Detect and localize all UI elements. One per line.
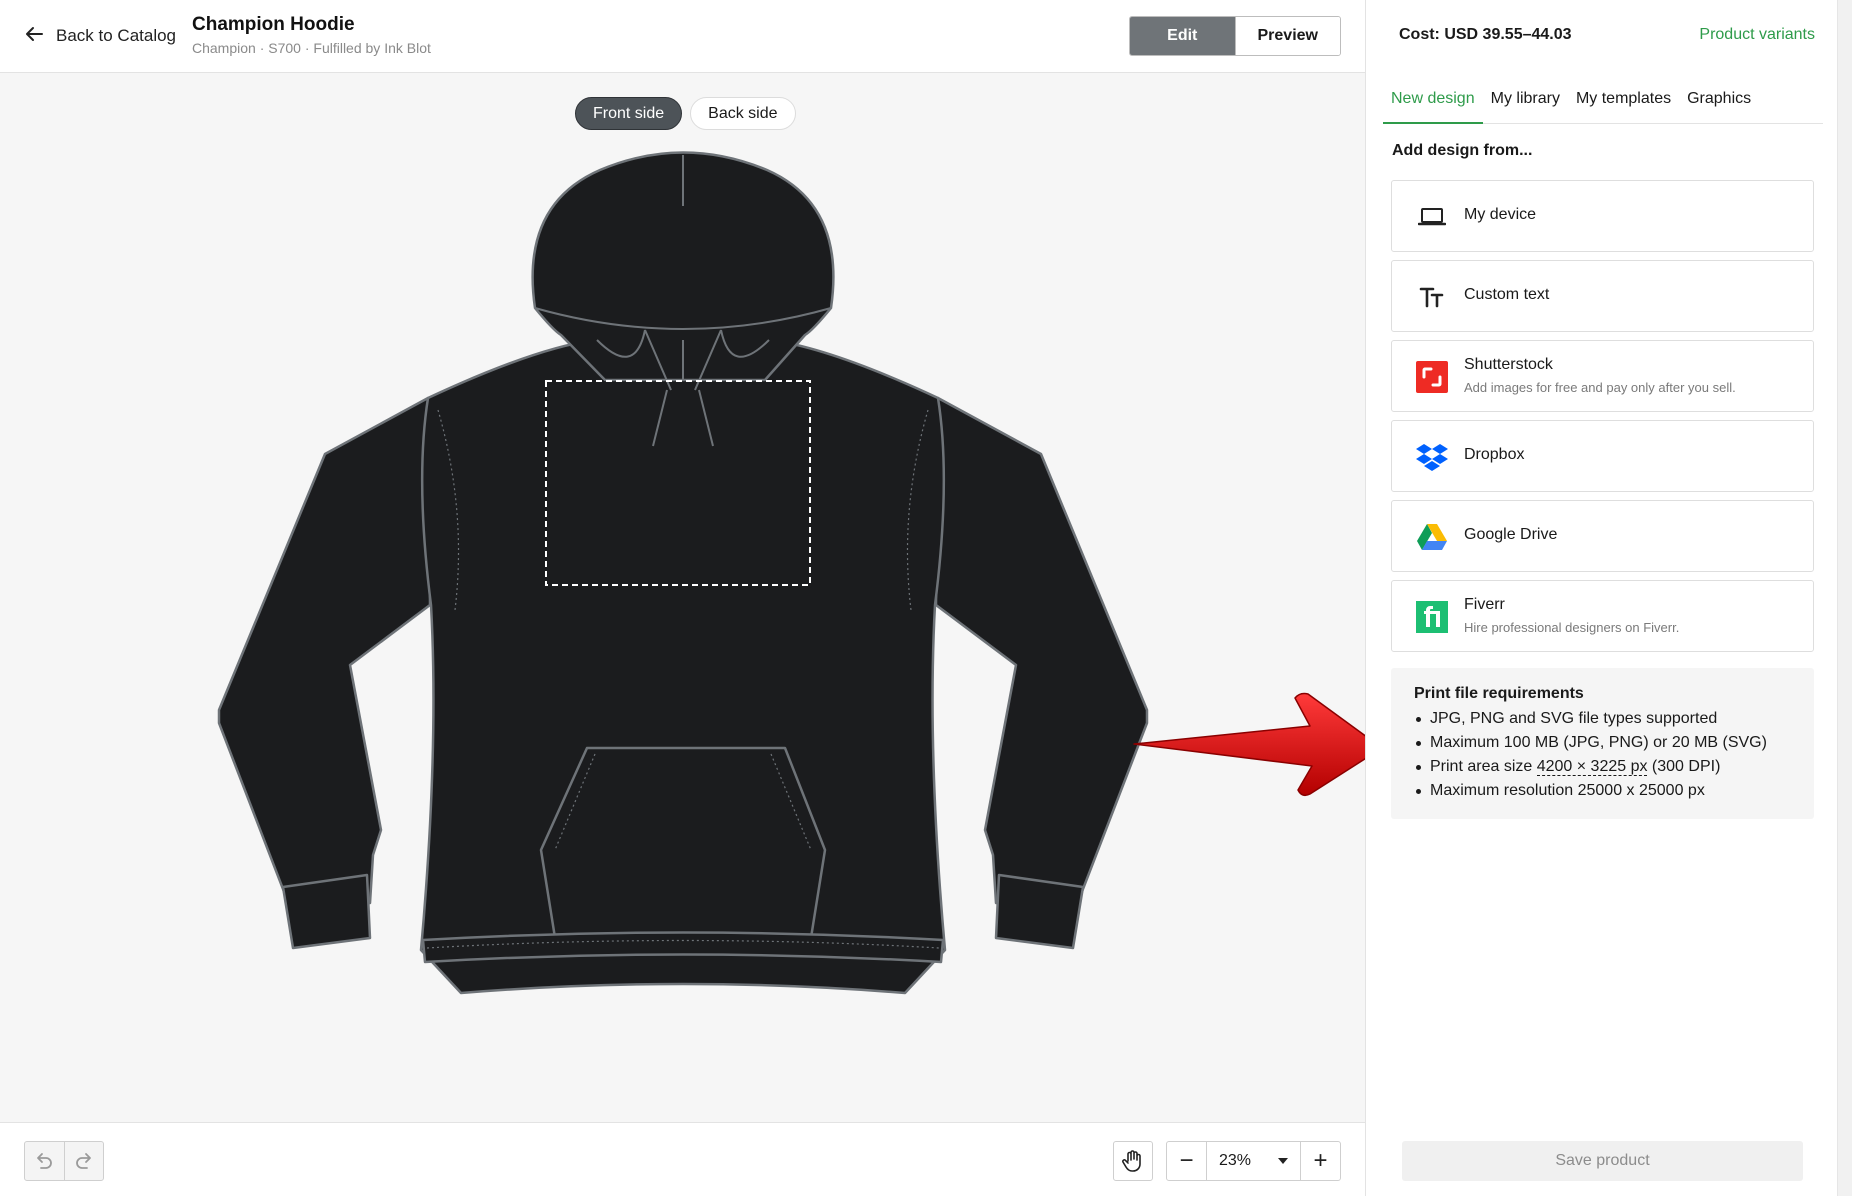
print-file-requirements: Print file requirements JPG, PNG and SVG…: [1391, 668, 1814, 819]
save-product-button[interactable]: Save product: [1402, 1141, 1803, 1181]
arrow-left-icon: [24, 24, 44, 49]
source-my-device[interactable]: My device: [1391, 180, 1814, 252]
top-bar: Back to Catalog Champion Hoodie Champion…: [0, 0, 1365, 73]
right-cuff: [994, 873, 1085, 950]
source-description: Hire professional designers on Fiverr.: [1464, 620, 1680, 635]
source-name: Google Drive: [1464, 526, 1558, 543]
print-area-dpi: (300 DPI): [1647, 758, 1721, 775]
pan-tool-button[interactable]: [1113, 1141, 1153, 1181]
product-title: Champion Hoodie: [192, 14, 355, 35]
list-item: Print area size 4200 × 3225 px (300 DPI): [1414, 755, 1791, 779]
requirements-list: JPG, PNG and SVG file types supported Ma…: [1414, 707, 1791, 803]
left-sleeve: [217, 396, 432, 917]
back-side-button[interactable]: Back side: [690, 97, 796, 130]
left-cuff: [281, 873, 372, 950]
add-design-heading: Add design from...: [1392, 142, 1533, 159]
product-subtitle: Champion · S700 · Fulfilled by Ink Blot: [192, 40, 431, 56]
back-to-catalog-link[interactable]: Back to Catalog: [24, 24, 176, 48]
fiverr-icon: [1416, 601, 1448, 633]
side-toggle: Front side Back side: [575, 97, 796, 131]
right-sleeve: [934, 396, 1149, 917]
laptop-icon: [1416, 201, 1448, 233]
preview-mode-button[interactable]: Preview: [1234, 17, 1340, 55]
redo-button[interactable]: [63, 1142, 104, 1180]
tab-my-library[interactable]: My library: [1483, 80, 1568, 124]
cost-label: Cost: USD 39.55–44.03: [1399, 26, 1572, 43]
chevron-down-icon: [1278, 1158, 1288, 1164]
dropbox-icon: [1416, 441, 1448, 473]
tab-new-design[interactable]: New design: [1383, 80, 1483, 124]
design-tabs: New design My library My templates Graph…: [1383, 80, 1823, 124]
mode-toggle: Edit Preview: [1129, 16, 1341, 56]
source-shutterstock[interactable]: Shutterstock Add images for free and pay…: [1391, 340, 1814, 412]
product-variants-link[interactable]: Product variants: [1699, 26, 1815, 44]
text-size-icon: [1416, 281, 1448, 313]
hand-icon: [1122, 1150, 1141, 1172]
undo-button[interactable]: [25, 1142, 64, 1180]
source-name: Custom text: [1464, 286, 1550, 303]
shutterstock-icon: [1416, 361, 1448, 393]
bottom-toolbar: − 23% +: [0, 1122, 1365, 1196]
source-name: My device: [1464, 206, 1537, 223]
source-custom-text[interactable]: Custom text: [1391, 260, 1814, 332]
design-sidebar: Cost: USD 39.55–44.03 Product variants N…: [1365, 0, 1837, 1196]
requirements-title: Print file requirements: [1414, 685, 1584, 702]
pouch-pocket: [539, 746, 827, 946]
source-name: Fiverr: [1464, 596, 1505, 613]
red-arrow-annotation: [1133, 692, 1383, 797]
zoom-level-select[interactable]: 23%: [1207, 1142, 1300, 1180]
list-item: JPG, PNG and SVG file types supported: [1414, 707, 1791, 731]
source-fiverr[interactable]: Fiverr Hire professional designers on Fi…: [1391, 580, 1814, 652]
print-area-value[interactable]: 4200 × 3225 px: [1536, 758, 1648, 776]
source-name: Shutterstock: [1464, 356, 1553, 373]
redo-icon: [75, 1153, 91, 1169]
tab-my-templates[interactable]: My templates: [1568, 80, 1679, 124]
zoom-in-button[interactable]: +: [1300, 1142, 1340, 1180]
print-area-label: Print area size: [1430, 758, 1537, 775]
source-name: Dropbox: [1464, 446, 1525, 463]
page-scrollbar[interactable]: [1837, 0, 1852, 1196]
undo-icon: [37, 1153, 53, 1169]
tab-graphics[interactable]: Graphics: [1679, 80, 1759, 124]
back-to-catalog-label: Back to Catalog: [56, 26, 177, 45]
zoom-level-value: 23%: [1219, 1152, 1252, 1169]
source-description: Add images for free and pay only after y…: [1464, 380, 1736, 395]
list-item: Maximum resolution 25000 x 25000 px: [1414, 779, 1791, 803]
front-side-button[interactable]: Front side: [575, 97, 683, 130]
design-workspace: Back to Catalog Champion Hoodie Champion…: [0, 0, 1383, 1196]
source-dropbox[interactable]: Dropbox: [1391, 420, 1814, 492]
source-google-drive[interactable]: Google Drive: [1391, 500, 1814, 572]
hoodie-mockup: [217, 151, 1149, 995]
edit-mode-button[interactable]: Edit: [1130, 17, 1235, 55]
history-controls: [24, 1141, 104, 1181]
zoom-out-button[interactable]: −: [1167, 1142, 1207, 1180]
zoom-controls: − 23% +: [1166, 1141, 1341, 1181]
list-item: Maximum 100 MB (JPG, PNG) or 20 MB (SVG): [1414, 731, 1791, 755]
google-drive-icon: [1416, 521, 1448, 553]
